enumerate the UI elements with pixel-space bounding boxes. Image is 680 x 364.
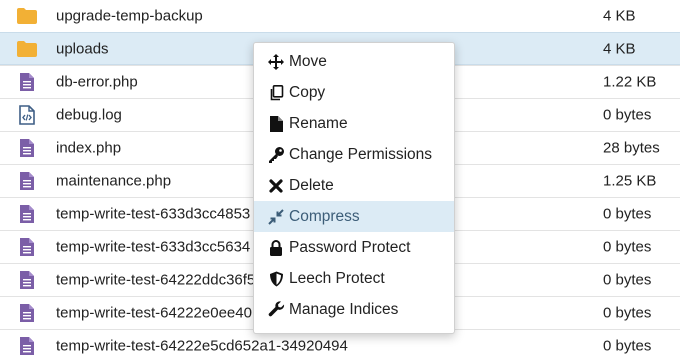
file-name[interactable]: temp-write-test-64222e0ee40 [56,305,252,322]
file-icon [16,302,38,324]
lock-icon [267,239,285,257]
file-name[interactable]: debug.log [56,107,122,124]
file-size: 0 bytes [603,337,652,355]
copy-icon [267,84,285,102]
file-name[interactable]: uploads [56,40,109,57]
file-name[interactable]: maintenance.php [56,173,171,190]
menu-item-delete[interactable]: Delete [254,170,454,201]
file-row[interactable]: upgrade-temp-backup 4 KB [0,0,680,32]
file-icon [16,236,38,258]
file-icon [16,71,38,93]
rename-icon [267,115,285,133]
file-name[interactable]: temp-write-test-633d3cc4853 [56,206,250,223]
file-size: 4 KB [603,7,636,24]
file-icon [16,335,38,357]
file-size: 0 bytes [603,238,652,256]
menu-item-label: Password Protect [289,238,411,256]
file-size: 4 KB [603,40,636,57]
menu-item-label: Copy [289,83,326,101]
x-icon [267,177,285,195]
move-icon [267,53,285,71]
menu-item-label: Manage Indices [289,300,399,318]
file-size: 0 bytes [603,106,652,124]
file-name[interactable]: temp-write-test-64222ddc36f5 [56,272,255,289]
menu-item-leech-protect[interactable]: Leech Protect [254,263,454,294]
menu-item-label: Change Permissions [289,145,433,163]
shield-icon [267,270,285,288]
key-icon [267,146,285,164]
code-file-icon [16,104,38,126]
menu-item-copy[interactable]: Copy [254,77,454,108]
file-size: 1.25 KB [603,172,657,190]
context-menu: Move Copy Rename Change Permissions Delete Co… [253,42,455,334]
menu-item-manage-indices[interactable]: Manage Indices [254,294,454,325]
file-name[interactable]: temp-write-test-633d3cc5634 [56,239,250,256]
menu-item-rename[interactable]: Rename [254,108,454,139]
menu-item-label: Rename [289,114,348,132]
file-icon [16,269,38,291]
menu-item-label: Compress [289,207,360,225]
menu-item-label: Leech Protect [289,269,385,287]
file-icon [16,170,38,192]
wrench-icon [267,301,285,319]
file-name[interactable]: upgrade-temp-backup [56,7,203,24]
file-icon [16,137,38,159]
file-name[interactable]: index.php [56,140,121,157]
file-icon [16,203,38,225]
file-size: 0 bytes [603,205,652,223]
file-name[interactable]: db-error.php [56,74,138,91]
file-size: 0 bytes [603,271,652,289]
menu-item-password-protect[interactable]: Password Protect [254,232,454,263]
menu-item-move[interactable]: Move [254,46,454,77]
menu-item-change-permissions[interactable]: Change Permissions [254,139,454,170]
file-size: 0 bytes [603,304,652,322]
folder-icon [16,5,38,27]
compress-icon [267,208,285,226]
folder-icon [16,38,38,60]
menu-item-label: Move [289,52,327,70]
file-size: 1.22 KB [603,73,657,91]
file-name[interactable]: temp-write-test-64222e5cd652a1-34920494 [56,338,348,355]
menu-item-label: Delete [289,176,334,194]
file-size: 28 bytes [603,139,660,157]
menu-item-compress[interactable]: Compress [254,201,454,232]
